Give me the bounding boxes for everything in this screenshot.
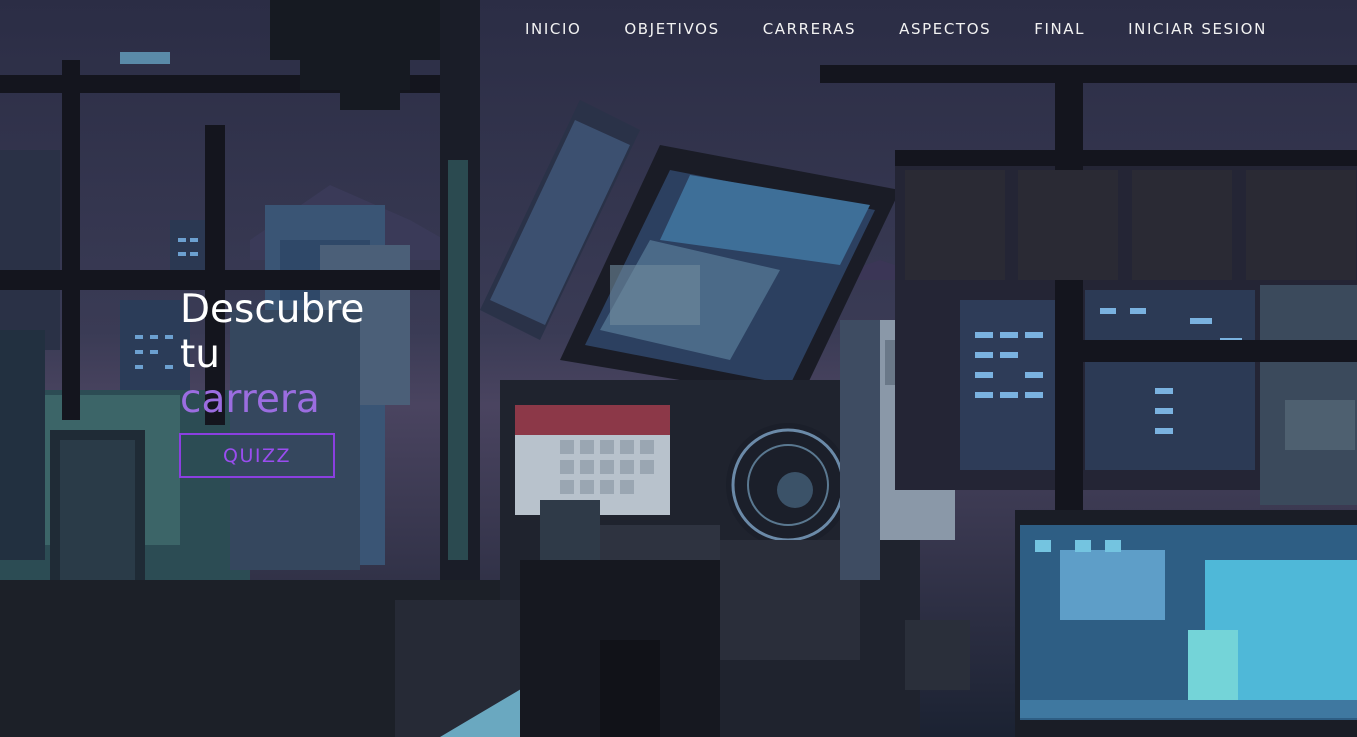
nav-link-carreras[interactable]: CARRERAS (763, 20, 856, 38)
hero-section: INICIO OBJETIVOS CARRERAS ASPECTOS FINAL… (0, 0, 1357, 737)
headline-line-1: Descubre (180, 287, 365, 332)
nav-link-inicio[interactable]: INICIO (525, 20, 581, 38)
main-nav: INICIO OBJETIVOS CARRERAS ASPECTOS FINAL… (525, 20, 1310, 38)
hero-headline: Descubre tu carrera (180, 287, 364, 422)
nav-link-aspectos[interactable]: ASPECTOS (899, 20, 991, 38)
nav-link-final[interactable]: FINAL (1034, 20, 1085, 38)
headline-line-3: carrera (180, 377, 320, 422)
nav-link-objetivos[interactable]: OBJETIVOS (624, 20, 719, 38)
quiz-button[interactable]: QUIZZ (179, 433, 335, 478)
nav-link-iniciar-sesion[interactable]: INICIAR SESION (1128, 20, 1267, 38)
headline-line-2: tu (180, 332, 221, 377)
